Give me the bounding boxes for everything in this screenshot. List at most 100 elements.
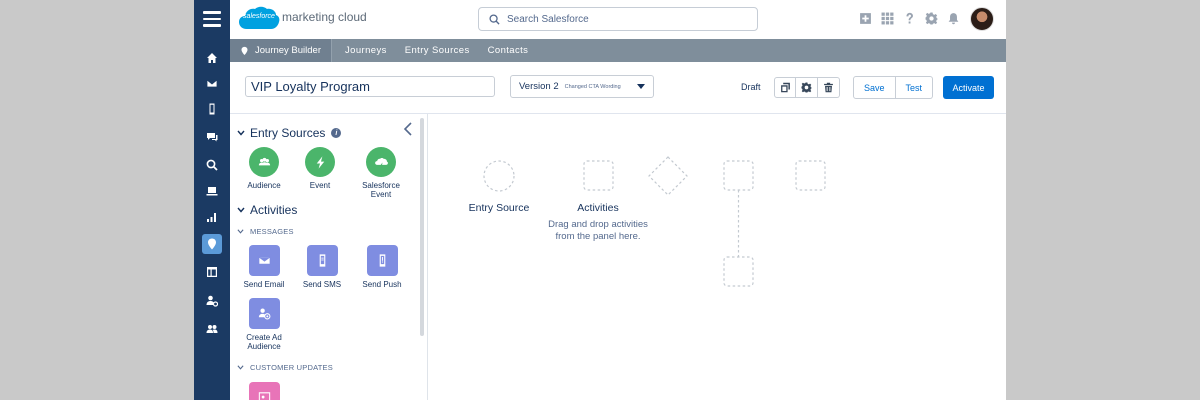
tile-label: Send SMS bbox=[302, 280, 342, 289]
chevron-down-icon bbox=[237, 365, 244, 370]
entry-sources-section[interactable]: Entry Sources i bbox=[237, 126, 342, 140]
collapse-panel-icon[interactable] bbox=[403, 122, 413, 136]
messages-subsection[interactable]: MESSAGES bbox=[237, 227, 294, 236]
activity-send-sms[interactable]: Send SMS bbox=[292, 245, 352, 289]
contact-update-icon bbox=[248, 382, 280, 400]
tab-contacts[interactable]: Contacts bbox=[488, 45, 529, 56]
activity-placeholder[interactable] bbox=[723, 160, 754, 191]
chevron-down-icon bbox=[237, 229, 244, 234]
activities-label: Activities bbox=[577, 202, 619, 214]
tile-label: Create Ad Audience bbox=[246, 333, 282, 351]
mobile-icon[interactable] bbox=[202, 99, 222, 119]
search-input[interactable] bbox=[507, 11, 747, 27]
journey-builder-app: salesforce marketing cloud Journey Build… bbox=[194, 0, 1006, 400]
activities-title: Activities bbox=[250, 203, 298, 217]
save-test-group: Save Test bbox=[853, 76, 934, 99]
entry-source-salesforce-event[interactable]: Salesforce Event bbox=[351, 147, 411, 199]
customer-updates-subsection[interactable]: CUSTOMER UPDATES bbox=[237, 363, 333, 372]
activity-send-push[interactable]: Send Push bbox=[352, 245, 412, 289]
entry-source-event[interactable]: Event bbox=[290, 147, 350, 190]
chevron-down-icon bbox=[237, 207, 245, 213]
global-header: salesforce marketing cloud bbox=[230, 0, 1006, 39]
salesforce-logo: salesforce bbox=[238, 5, 280, 33]
layout-icon[interactable] bbox=[202, 262, 222, 282]
audience-icon bbox=[249, 147, 279, 177]
bell-icon[interactable] bbox=[947, 12, 960, 25]
search-analytics-icon[interactable] bbox=[202, 155, 222, 175]
journey-toolbar: Version 2 Changed CTA Wording Draft Save… bbox=[230, 62, 1006, 114]
tile-label: Salesforce Event bbox=[362, 181, 400, 199]
logo-text: salesforce bbox=[243, 13, 275, 20]
chat-icon[interactable] bbox=[202, 127, 222, 147]
journey-canvas[interactable]: Entry Source Activities Drag and drop ac… bbox=[428, 114, 1006, 400]
push-icon bbox=[366, 245, 398, 276]
entry-source-label: Entry Source bbox=[468, 202, 530, 214]
canvas-placeholders bbox=[483, 156, 826, 287]
copy-icon bbox=[780, 82, 790, 93]
activity-placeholder[interactable] bbox=[723, 256, 754, 287]
mail-icon[interactable] bbox=[202, 73, 222, 93]
activity-placeholder[interactable] bbox=[795, 160, 826, 191]
version-select[interactable]: Version 2 Changed CTA Wording bbox=[510, 75, 654, 98]
tile-label: Send Push bbox=[362, 280, 402, 289]
palette-scrollbar[interactable] bbox=[420, 118, 424, 336]
activities-section[interactable]: Activities bbox=[237, 203, 297, 217]
journey-icon-buttons bbox=[774, 77, 840, 98]
copy-button[interactable] bbox=[774, 77, 796, 98]
plus-icon[interactable] bbox=[859, 12, 872, 25]
delete-button[interactable] bbox=[818, 77, 840, 98]
activity-placeholder[interactable] bbox=[583, 160, 614, 191]
activity-send-email[interactable]: Send Email bbox=[234, 245, 294, 289]
group-icon[interactable] bbox=[202, 319, 222, 339]
help-icon[interactable] bbox=[903, 12, 916, 25]
settings-button[interactable] bbox=[796, 77, 818, 98]
activity-create-ad-audience[interactable]: Create Ad Audience bbox=[234, 298, 294, 351]
messages-title: MESSAGES bbox=[250, 227, 294, 236]
app-launcher-icon[interactable] bbox=[881, 12, 894, 25]
search-icon bbox=[489, 14, 500, 25]
decision-placeholder[interactable] bbox=[648, 156, 688, 196]
save-button[interactable]: Save bbox=[853, 76, 896, 99]
tab-entry-sources[interactable]: Entry Sources bbox=[405, 45, 470, 56]
gear-icon[interactable] bbox=[925, 12, 938, 25]
journey-pin-icon[interactable] bbox=[202, 234, 222, 254]
trash-icon bbox=[824, 82, 833, 93]
menu-icon[interactable] bbox=[203, 11, 221, 27]
tile-label: Send Email bbox=[243, 280, 285, 289]
version-label: Version 2 bbox=[519, 81, 559, 92]
global-search[interactable] bbox=[478, 7, 758, 31]
info-icon[interactable]: i bbox=[331, 128, 342, 138]
home-icon[interactable] bbox=[202, 48, 222, 68]
bar-chart-icon[interactable] bbox=[202, 207, 222, 227]
app-nav-bar: Journey Builder Journeys Entry Sources C… bbox=[230, 39, 1006, 62]
entry-source-audience[interactable]: Audience bbox=[234, 147, 294, 190]
laptop-icon[interactable] bbox=[202, 181, 222, 201]
gear-icon bbox=[801, 82, 812, 93]
location-pin-icon bbox=[241, 46, 248, 55]
email-icon bbox=[248, 245, 280, 276]
journey-name-input[interactable] bbox=[245, 76, 495, 97]
app-name: Journey Builder bbox=[255, 45, 322, 56]
activity-update-contact[interactable] bbox=[234, 382, 294, 400]
hint-line-2: from the panel here. bbox=[555, 231, 641, 242]
activity-palette: Entry Sources i Audience Event Salesforc… bbox=[230, 114, 428, 400]
header-actions bbox=[859, 12, 960, 25]
tile-label: Event bbox=[309, 181, 331, 190]
ad-audience-icon bbox=[248, 298, 280, 329]
brand-name: marketing cloud bbox=[282, 10, 367, 24]
canvas-hint: Drag and drop activities from the panel … bbox=[528, 219, 668, 243]
tab-journeys[interactable]: Journeys bbox=[345, 45, 387, 56]
user-settings-icon[interactable] bbox=[202, 291, 222, 311]
hint-line-1: Drag and drop activities bbox=[548, 219, 648, 230]
customer-updates-title: CUSTOMER UPDATES bbox=[250, 363, 333, 372]
app-switcher[interactable]: Journey Builder bbox=[230, 39, 333, 62]
test-button[interactable]: Test bbox=[895, 76, 934, 99]
left-icon-rail bbox=[194, 0, 230, 400]
activate-button[interactable]: Activate bbox=[943, 76, 994, 99]
status-badge: Draft bbox=[741, 82, 761, 92]
version-note: Changed CTA Wording bbox=[564, 83, 621, 90]
entry-source-placeholder[interactable] bbox=[483, 160, 515, 192]
user-avatar[interactable] bbox=[970, 7, 994, 31]
sms-icon bbox=[306, 245, 338, 276]
chevron-down-icon bbox=[237, 130, 245, 136]
